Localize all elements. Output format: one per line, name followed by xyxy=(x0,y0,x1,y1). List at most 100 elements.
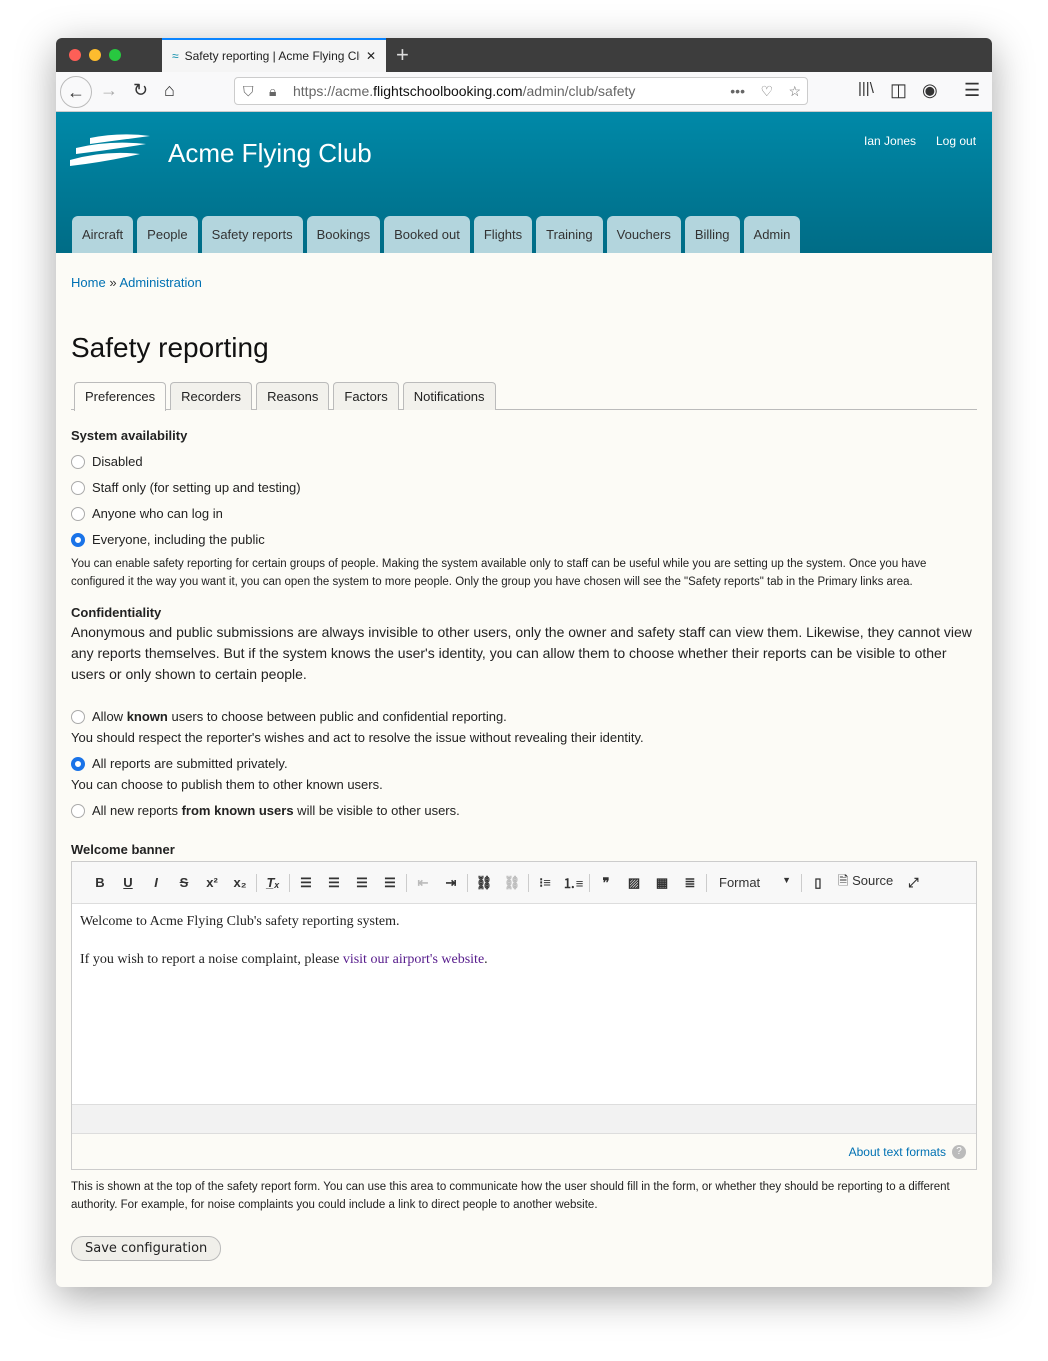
format-dropdown[interactable]: Format ▼ xyxy=(709,875,799,890)
page-title: Safety reporting xyxy=(71,332,269,363)
source-icon: 🗎︎ xyxy=(838,872,849,888)
breadcrumb-administration[interactable]: Administration xyxy=(119,275,201,290)
browser-window: ≈ Safety reporting | Acme Flying Club ✕ … xyxy=(56,38,992,1287)
airport-website-link[interactable]: visit our airport's website xyxy=(343,952,484,967)
nav-bookings[interactable]: Bookings xyxy=(306,216,381,253)
tab-reasons[interactable]: Reasons xyxy=(256,382,330,410)
radio-button[interactable] xyxy=(71,803,85,818)
account-icon[interactable]: ◉ xyxy=(922,80,938,101)
home-icon[interactable]: ⌂ xyxy=(164,80,175,101)
align-right-icon[interactable]: ☰ xyxy=(348,875,376,891)
nav-admin[interactable]: Admin xyxy=(743,216,801,253)
image-icon[interactable]: ▨ xyxy=(620,875,648,891)
justify-icon[interactable]: ☰ xyxy=(376,875,404,891)
rich-text-editor: B U I Sx² x₂ T̲ₓ ☰ ☰ ☰ ☰ ⇤ ⇥ ⛓ ⛓ ⁝≡ ⒈≡ ❞ ▨ ▦ ≣ Format… xyxy=(71,861,977,1170)
indent-icon[interactable]: ⇥ xyxy=(437,875,465,891)
tab-factors[interactable]: Factors xyxy=(333,382,399,410)
more-icon[interactable]: ••• xyxy=(730,83,745,99)
local-tabs: Preferences Recorders Reasons Factors No… xyxy=(71,382,977,411)
nav-people[interactable]: People xyxy=(137,216,198,253)
help-icon[interactable]: ? xyxy=(952,1144,966,1159)
user-link[interactable]: Ian Jones xyxy=(864,134,916,148)
maximize-button[interactable] xyxy=(109,49,121,61)
availability-staff[interactable]: Staff only (for setting up and testing) xyxy=(71,480,977,495)
option-help: You can choose to publish them to other … xyxy=(71,777,383,792)
horizontal-rule-icon[interactable]: ≣ xyxy=(676,875,704,891)
close-window-button[interactable] xyxy=(69,49,81,61)
back-icon[interactable]: ← xyxy=(60,76,92,108)
minimize-button[interactable] xyxy=(89,49,101,61)
bookmark-star-icon[interactable]: ☆ xyxy=(788,83,801,100)
tab-recorders[interactable]: Recorders xyxy=(170,382,253,410)
breadcrumb: Home » Administration xyxy=(71,275,202,290)
superscript-icon[interactable]: x² xyxy=(198,875,226,890)
reload-icon[interactable]: ↻ xyxy=(133,80,148,101)
option-help: You should respect the reporter's wishes… xyxy=(71,730,644,745)
forward-icon[interactable]: → xyxy=(100,80,118,101)
new-tab-icon[interactable]: + xyxy=(396,42,409,68)
show-blocks-icon[interactable]: ▯ xyxy=(804,875,832,891)
availability-logged-in[interactable]: Anyone who can log in xyxy=(71,506,977,521)
bold-icon[interactable]: B xyxy=(86,875,114,890)
nav-safety-reports[interactable]: Safety reports xyxy=(201,216,303,253)
text-format-footer: About text formats? xyxy=(72,1133,976,1169)
logout-link[interactable]: Log out xyxy=(936,134,976,148)
strikethrough-icon[interactable]: S xyxy=(170,875,198,890)
breadcrumb-home[interactable]: Home xyxy=(71,275,106,290)
editor-content[interactable]: Welcome to Acme Flying Club's safety rep… xyxy=(72,904,976,1104)
site-name[interactable]: Acme Flying Club xyxy=(168,138,372,169)
editor-path-bar xyxy=(72,1104,976,1133)
nav-billing[interactable]: Billing xyxy=(684,216,740,253)
table-icon[interactable]: ▦ xyxy=(648,875,676,891)
availability-disabled[interactable]: Disabled xyxy=(71,454,977,469)
welcome-banner-label: Welcome banner xyxy=(71,842,175,857)
italic-icon[interactable]: I xyxy=(142,875,170,890)
menu-icon[interactable]: ☰ xyxy=(964,80,980,101)
align-center-icon[interactable]: ☰ xyxy=(320,875,348,891)
chevron-down-icon: ▼ xyxy=(782,875,791,885)
blockquote-icon[interactable]: ❞ xyxy=(592,875,620,891)
nav-booked-out[interactable]: Booked out xyxy=(384,216,470,253)
availability-label: System availability xyxy=(71,428,188,443)
align-left-icon[interactable]: ☰ xyxy=(292,875,320,891)
bulleted-list-icon[interactable]: ⁝≡ xyxy=(531,875,559,891)
save-configuration-button[interactable]: Save configuration xyxy=(71,1236,222,1261)
nav-training[interactable]: Training xyxy=(536,216,603,253)
radio-button[interactable] xyxy=(71,480,85,495)
remove-format-icon[interactable]: T̲ₓ xyxy=(259,875,287,890)
confidentiality-private[interactable]: All reports are submitted privately. xyxy=(71,756,977,771)
maximize-icon[interactable]: ⤢ xyxy=(899,875,927,891)
shield-icon: ⛉ xyxy=(243,82,254,99)
unlink-icon[interactable]: ⛓ xyxy=(498,875,526,891)
nav-aircraft[interactable]: Aircraft xyxy=(72,216,134,253)
close-tab-icon[interactable]: ✕ xyxy=(366,49,386,63)
outdent-icon[interactable]: ⇤ xyxy=(409,875,437,891)
nav-flights[interactable]: Flights xyxy=(473,216,533,253)
nav-vouchers[interactable]: Vouchers xyxy=(606,216,681,253)
confidentiality-public[interactable]: All new reports from known users will be… xyxy=(71,803,977,818)
availability-description: You can enable safety reporting for cert… xyxy=(71,558,927,588)
tab-notifications[interactable]: Notifications xyxy=(402,382,496,410)
browser-tab[interactable]: ≈ Safety reporting | Acme Flying Club ✕ xyxy=(162,38,386,72)
about-text-formats-link[interactable]: About text formats xyxy=(849,1145,946,1159)
confidentiality-choose[interactable]: Allow known users to choose between publ… xyxy=(71,709,977,724)
numbered-list-icon[interactable]: ⒈≡ xyxy=(559,873,587,892)
sidebar-icon[interactable]: ◫ xyxy=(890,80,907,101)
radio-button-selected[interactable] xyxy=(71,532,85,547)
availability-public[interactable]: Everyone, including the public xyxy=(71,532,977,547)
radio-button[interactable] xyxy=(71,454,85,469)
favicon-icon: ≈ xyxy=(172,49,179,63)
navigation-bar: ← → ↻ ⌂ ⛉ 🔒︎ https://acme. flightschoolbo… xyxy=(56,72,992,112)
url-bar[interactable]: ⛉ 🔒︎ https://acme. flightschoolbooking.co… xyxy=(234,77,808,105)
subscript-icon[interactable]: x₂ xyxy=(226,875,254,890)
radio-button[interactable] xyxy=(71,506,85,521)
tab-preferences[interactable]: Preferences xyxy=(74,382,167,411)
pocket-icon[interactable]: ♡ xyxy=(760,83,773,100)
library-icon[interactable]: |||\ xyxy=(858,80,874,97)
radio-button[interactable] xyxy=(71,709,85,724)
logo-icon[interactable] xyxy=(70,134,150,166)
radio-button-selected[interactable] xyxy=(71,756,85,771)
underline-icon[interactable]: U xyxy=(114,875,142,890)
link-icon[interactable]: ⛓ xyxy=(470,875,498,891)
source-button[interactable]: 🗎︎ Source xyxy=(832,872,893,894)
